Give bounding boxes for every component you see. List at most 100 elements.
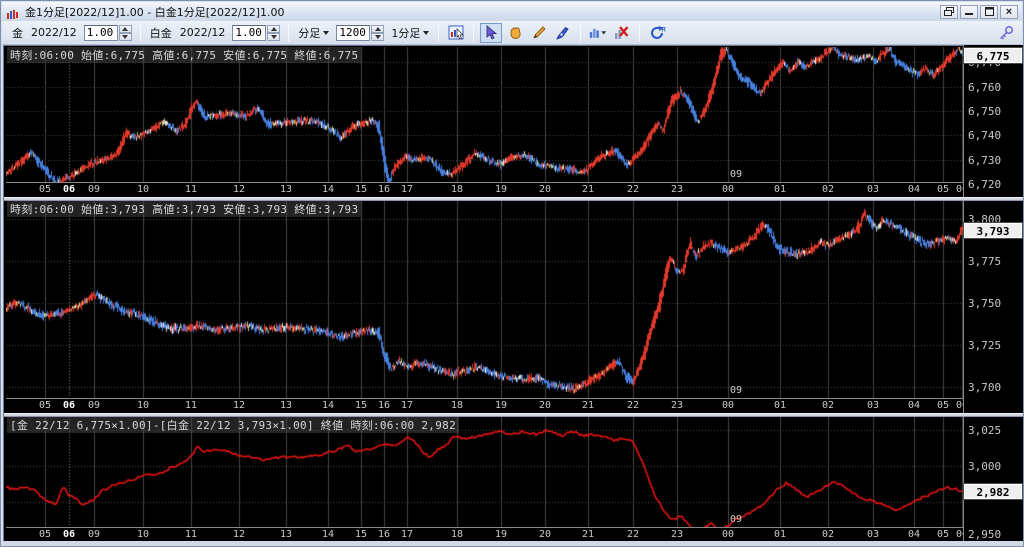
price-tick-label: 6,750 xyxy=(968,105,1002,118)
time-tick-label: 17 xyxy=(400,400,414,411)
time-tick-label: 18 xyxy=(450,529,464,540)
pen-icon xyxy=(556,26,569,40)
price-tick-label: 6,720 xyxy=(968,178,1002,191)
time-tick-label: 11 xyxy=(184,184,198,195)
time-tick-label: 06 xyxy=(955,184,963,195)
gold-last-price-box: 6,775 xyxy=(963,47,1023,64)
pencil-tool-button[interactable] xyxy=(528,23,550,43)
bar-chart-icon xyxy=(590,28,607,38)
time-tick-label: 12 xyxy=(232,400,246,411)
spread-quote-info: [金 22/12 6,775×1.00]-[白金 22/12 3,793×1.0… xyxy=(7,417,459,433)
time-tick-label: 17 xyxy=(400,184,414,195)
delete-chart-icon xyxy=(615,26,629,39)
toolbar-separator xyxy=(438,23,440,42)
delete-chart-tool-button[interactable] xyxy=(611,23,633,43)
platinum-spin-up-button[interactable] xyxy=(267,24,281,33)
bar-count-spinner xyxy=(336,24,385,41)
bar-count-spin-down-button[interactable] xyxy=(371,32,385,41)
window-bottom-edge xyxy=(2,541,1022,546)
time-tick-label: 03 xyxy=(866,184,880,195)
gold-multiplier-input[interactable] xyxy=(83,24,118,41)
toolbar-separator xyxy=(139,23,141,42)
hand-icon xyxy=(510,26,521,39)
price-tick-label: 3,725 xyxy=(968,339,1002,352)
refresh-tool-button[interactable]: R xyxy=(646,23,668,43)
pane-splitter[interactable] xyxy=(4,413,1023,417)
close-button[interactable]: × xyxy=(1000,4,1018,19)
time-tick-label: 20 xyxy=(538,184,552,195)
time-tick-label: 01 xyxy=(773,400,787,411)
toolbar: 金 2022/12 白金 2022/12 分足 xyxy=(2,21,1022,45)
price-tick-label: 6,730 xyxy=(968,154,1002,167)
time-tick-label: 03 xyxy=(866,400,880,411)
time-tick-label: 09 xyxy=(87,529,101,540)
time-tick-label: 13 xyxy=(279,400,293,411)
price-tick-label: 6,760 xyxy=(968,81,1002,94)
gold-quote-info: 時刻:06:00 始値:6,775 高値:6,775 安値:6,775 終値:6… xyxy=(7,47,362,63)
gold-chart-plot[interactable] xyxy=(6,47,963,182)
bar-count-input[interactable] xyxy=(336,24,371,41)
time-tick-label: 20 xyxy=(538,529,552,540)
interval-dropdown[interactable]: 1分足 xyxy=(391,25,430,41)
pan-tool-button[interactable] xyxy=(504,23,526,43)
bar-count-spin-up-button[interactable] xyxy=(371,24,385,33)
window-title: 金1分足[2022/12]1.00 - 白金1分足[2022/12]1.00 xyxy=(25,5,285,19)
maximize-button[interactable] xyxy=(980,4,998,19)
time-tick-label: 06 xyxy=(62,184,76,195)
settings-key-icon[interactable] xyxy=(998,25,1014,41)
float-window-button[interactable] xyxy=(940,4,958,19)
chevron-down-icon xyxy=(323,30,330,35)
chart-cursor-icon xyxy=(448,25,464,39)
price-tick-label: 3,000 xyxy=(968,460,1002,473)
time-tick-label: 21 xyxy=(581,529,595,540)
time-tick-label: 03 xyxy=(866,529,880,540)
time-tick-label: 06 xyxy=(62,400,76,411)
platinum-label: 白金 xyxy=(149,26,172,40)
time-tick-label: 12 xyxy=(232,184,246,195)
date-change-label: 09 xyxy=(730,385,743,396)
time-tick-label: 18 xyxy=(450,184,464,195)
select-tool-button[interactable] xyxy=(480,22,503,43)
spread-last-price-box: 2,982 xyxy=(963,483,1023,500)
time-tick-label: 22 xyxy=(626,184,640,195)
platinum-multiplier-input[interactable] xyxy=(232,24,267,41)
time-tick-label: 05 xyxy=(38,400,52,411)
titlebar[interactable]: 金1分足[2022/12]1.00 - 白金1分足[2022/12]1.00 × xyxy=(2,2,1022,21)
price-tick-label: 3,025 xyxy=(968,424,1002,437)
minimize-button[interactable] xyxy=(960,4,978,19)
time-tick-label: 21 xyxy=(581,184,595,195)
chart-cursor-tool-button[interactable] xyxy=(445,23,467,43)
time-tick-label: 11 xyxy=(184,400,198,411)
time-tick-label: 00 xyxy=(721,529,735,540)
cursor-arrow-icon xyxy=(487,25,498,40)
gold-spin-up-button[interactable] xyxy=(118,24,132,33)
price-tick-label: 3,750 xyxy=(968,297,1002,310)
interval-label: 1分足 xyxy=(391,26,421,40)
time-tick-label: 18 xyxy=(450,400,464,411)
time-tick-label: 05 xyxy=(38,184,52,195)
time-tick-label: 12 xyxy=(232,529,246,540)
bar-type-dropdown[interactable]: 分足 xyxy=(298,25,330,41)
chart-type-tool-button[interactable] xyxy=(587,23,609,43)
gold-multiplier-spinner xyxy=(83,24,132,41)
pane-splitter[interactable] xyxy=(4,197,1023,201)
price-axis-column: 6,7706,7606,7506,7406,7306,7203,8003,775… xyxy=(963,45,1023,541)
time-tick-label: 19 xyxy=(494,184,508,195)
platinum-spin-down-button[interactable] xyxy=(267,32,281,41)
time-tick-label: 06 xyxy=(62,529,76,540)
time-tick-label: 02 xyxy=(821,400,835,411)
time-tick-label: 06 xyxy=(955,400,963,411)
time-tick-label: 19 xyxy=(494,400,508,411)
svg-text:R: R xyxy=(661,27,666,33)
toolbar-separator xyxy=(473,23,475,42)
gold-time-axis: 05 06 09 10 11 12 13 14 15 16 17 18 19 20 21 22 23 00 01 02… xyxy=(6,182,963,195)
time-tick-label: 14 xyxy=(321,400,335,411)
time-tick-label: 11 xyxy=(184,529,198,540)
gold-spin-down-button[interactable] xyxy=(118,32,132,41)
platinum-chart-plot[interactable] xyxy=(6,200,963,398)
price-tick-label: 3,700 xyxy=(968,381,1002,394)
time-tick-label: 00 xyxy=(721,184,735,195)
pen-tool-button[interactable] xyxy=(552,23,574,43)
time-tick-label: 14 xyxy=(321,529,335,540)
time-tick-label: 04 xyxy=(907,529,921,540)
